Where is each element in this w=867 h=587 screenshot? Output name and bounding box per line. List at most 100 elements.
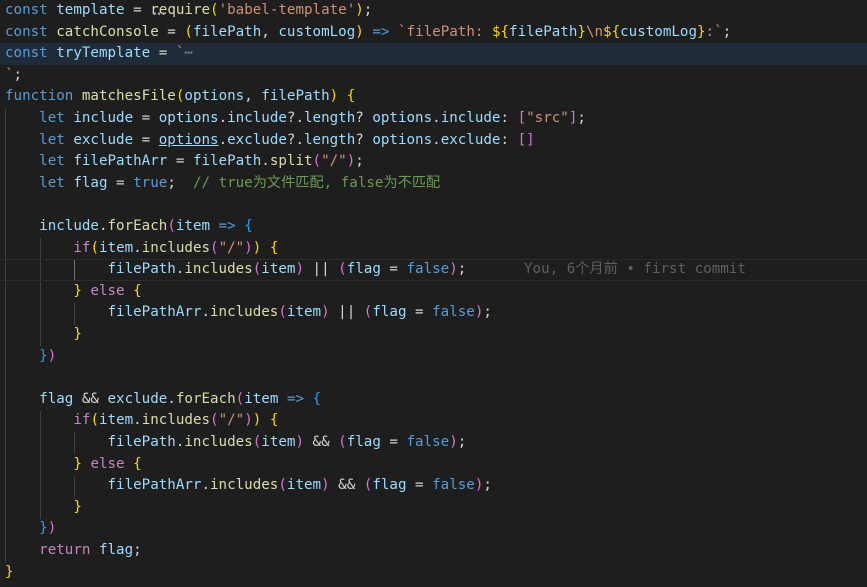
code-token: ? — [355, 110, 373, 126]
code-token: "/" — [321, 153, 347, 170]
code-line[interactable]: } — [0, 562, 867, 584]
code-token: } — [73, 282, 82, 299]
code-token: = — [406, 477, 433, 494]
code-line[interactable]: let exclude = options.exclude?.length? o… — [0, 130, 867, 152]
code-line[interactable]: } — [0, 324, 867, 346]
code-token: include — [440, 110, 501, 126]
code-token: template — [56, 2, 125, 18]
code-token: includes — [184, 434, 253, 450]
code-token: ${ — [491, 23, 510, 40]
code-token: :` — [705, 23, 723, 40]
code-token: let — [39, 131, 65, 148]
code-token: true — [133, 174, 168, 191]
code-token: ) — [47, 347, 57, 364]
code-token: ) — [295, 434, 304, 450]
code-token: ; — [483, 477, 492, 494]
code-line[interactable]: let filePathArr = filePath.split("/"); — [0, 151, 867, 173]
code-token: ; — [167, 174, 193, 191]
code-token: , — [261, 23, 279, 40]
code-token: } — [5, 563, 14, 580]
code-editor[interactable]: const template = require('babel-template… — [0, 0, 867, 587]
code-token: ( — [90, 239, 99, 256]
code-token: , — [244, 88, 262, 105]
code-line[interactable]: if(item.includes("/")) { — [0, 238, 867, 260]
code-token: = — [150, 45, 176, 62]
code-text: let flag = true; // true为文件匹配, false为不匹配 — [5, 173, 440, 195]
code-token: filePath — [509, 23, 578, 40]
code-line[interactable]: } else { — [0, 454, 867, 476]
code-line[interactable]: }) — [0, 518, 867, 540]
code-token: ( — [312, 153, 322, 170]
code-line[interactable]: filePathArr.includes(item) && (flag = fa… — [0, 475, 867, 497]
code-token: = — [133, 110, 159, 126]
code-token: matchesFile — [81, 88, 176, 105]
code-token: item — [261, 434, 296, 450]
code-line[interactable]: include.forEach(item => { — [0, 216, 867, 238]
code-line[interactable]: filePathArr.includes(item) || (flag = fa… — [0, 302, 867, 324]
code-line[interactable]: const tryTemplate = `⋯ — [0, 43, 867, 65]
code-token: . — [201, 477, 211, 494]
code-token: filePathArr — [107, 477, 202, 494]
code-token: let — [39, 153, 65, 170]
code-token: ; — [457, 261, 467, 278]
code-token: `filePath: — [397, 23, 492, 40]
code-token: 'babel-template' — [218, 2, 356, 18]
code-line[interactable]: function matchesFile(options, filePath) … — [0, 86, 867, 108]
code-token: = — [380, 261, 407, 278]
git-blame-annotation: You, 6个月前 • first commit — [524, 261, 746, 278]
code-token: forEach — [175, 390, 236, 407]
code-token: filePath — [107, 434, 176, 450]
code-text: const tryTemplate = `⋯ — [5, 43, 193, 65]
code-token: if — [73, 239, 91, 256]
code-token: ) — [329, 88, 339, 105]
code-line[interactable]: flag && exclude.forEach(item => { — [0, 389, 867, 411]
code-line[interactable]: filePath.includes(item) && (flag = false… — [0, 432, 867, 454]
code-token: flag — [98, 542, 134, 558]
code-line[interactable]: const template = require('babel-template… — [0, 0, 867, 22]
code-token: false — [432, 477, 475, 494]
code-text: if(item.includes("/")) { — [5, 410, 278, 432]
code-line[interactable]: } else { — [0, 281, 867, 303]
code-token: = — [406, 304, 433, 321]
code-line[interactable] — [0, 194, 867, 216]
code-line[interactable]: return flag; — [0, 540, 867, 562]
code-line[interactable]: }) — [0, 346, 867, 368]
code-token: let — [39, 174, 65, 191]
code-token: ; — [13, 66, 23, 83]
code-token: = — [124, 2, 151, 18]
code-token: includes — [141, 239, 211, 256]
code-token: ( — [278, 304, 287, 321]
code-token: = — [133, 131, 159, 148]
code-line[interactable] — [0, 367, 867, 389]
code-token: ; — [133, 542, 142, 558]
code-token: ( — [338, 261, 347, 278]
code-token: ( — [252, 434, 262, 450]
code-token: ; — [457, 434, 467, 450]
code-line[interactable]: const catchConsole = (filePath, customLo… — [0, 22, 867, 44]
code-token: { — [269, 239, 279, 256]
code-line[interactable]: let flag = true; // true为文件匹配, false为不匹配 — [0, 173, 867, 195]
code-line[interactable]: } — [0, 497, 867, 519]
code-line[interactable]: if(item.includes("/")) { — [0, 410, 867, 432]
code-line[interactable]: `; — [0, 65, 867, 87]
code-token: = — [380, 434, 407, 450]
code-token: = — [167, 153, 193, 170]
code-token: { — [244, 218, 253, 234]
code-token: => — [286, 390, 305, 407]
code-line[interactable]: let include = options.include?.length? o… — [0, 108, 867, 130]
code-token: includes — [210, 477, 279, 494]
code-token: filePathArr — [73, 153, 168, 170]
code-token: false — [406, 261, 450, 278]
folded-ellipsis-icon[interactable]: ⋯ — [184, 45, 193, 61]
